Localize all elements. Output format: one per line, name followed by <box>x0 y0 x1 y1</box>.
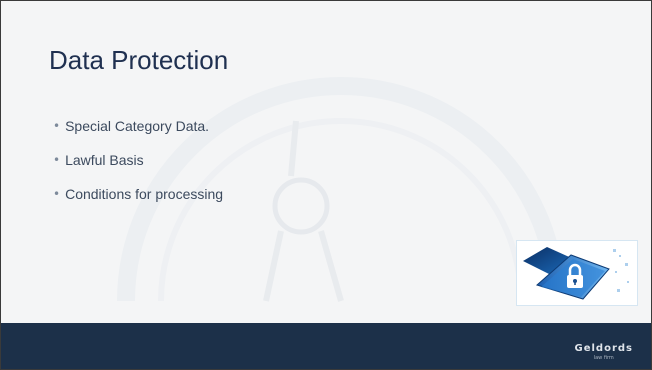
bullet-dot-icon: • <box>53 187 61 201</box>
bullet-text: Special Category Data. <box>65 118 210 134</box>
bullet-list: • Special Category Data. • Lawful Basis … <box>53 109 223 211</box>
slide: Data Protection • Special Category Data.… <box>0 0 652 370</box>
bullet-text: Conditions for processing <box>65 186 224 202</box>
brand-tagline: law firm <box>593 355 614 361</box>
bullet-dot-icon: • <box>53 119 61 133</box>
slide-title: Data Protection <box>49 45 229 75</box>
footer-band: Geldords law firm <box>1 323 651 369</box>
padlock-folder-icon <box>517 241 637 305</box>
bullet-dot-icon: • <box>53 153 61 167</box>
geldords-logo: Geldords law firm <box>575 343 634 361</box>
bullet-item: • Lawful Basis <box>53 143 223 177</box>
brand-name: Geldords <box>574 343 633 354</box>
bullet-text: Lawful Basis <box>65 152 144 168</box>
bullet-item: • Special Category Data. <box>53 109 223 143</box>
padlock-folder-image <box>516 240 638 306</box>
bullet-item: • Conditions for processing <box>53 177 223 211</box>
